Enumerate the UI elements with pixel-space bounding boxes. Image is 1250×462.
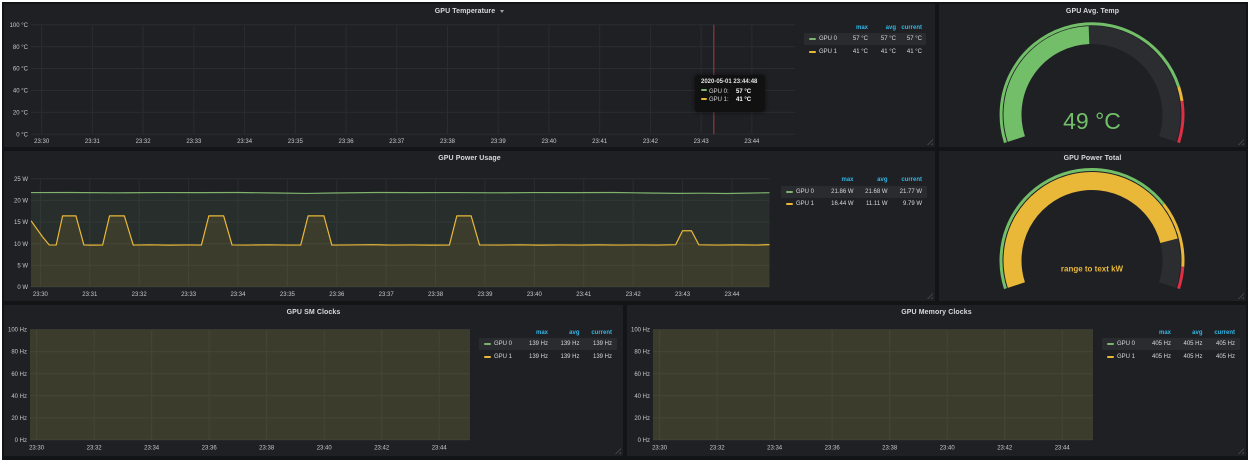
legend-value: 139 Hz [550, 351, 580, 363]
legend-value: 57 °C [896, 33, 922, 45]
legend-value: 139 Hz [518, 338, 548, 350]
legend-value: 41 °C [842, 46, 868, 58]
panel-gpu-power-usage: GPU Power Usage 0 W5 W10 W15 W20 W25 W23… [4, 151, 935, 301]
legend-series-name[interactable]: GPU 0 [796, 186, 814, 198]
legend-value: 57 °C [842, 33, 868, 45]
legend-series-name[interactable]: GPU 0 [494, 338, 512, 350]
legend-row-gpu-1: GPU 1139 Hz139 Hz139 Hz [4, 351, 623, 363]
legend-header-avg[interactable]: avg [856, 174, 888, 186]
gpu-power-usage-legend: maxavgcurrentGPU 021.86 W21.68 W21.77 WG… [4, 151, 935, 301]
legend-header-current[interactable]: current [890, 174, 922, 186]
legend-row-gpu-0: GPU 057 °C57 °C57 °C [4, 33, 935, 45]
legend-value: 16.44 W [822, 198, 854, 210]
legend-value: 21.68 W [856, 186, 888, 198]
legend-series-name[interactable]: GPU 1 [796, 198, 814, 210]
legend-row-gpu-0: GPU 0 21.86 W21.68 W21.77 W [4, 186, 935, 198]
gauge-value-text: 49 °C [1063, 108, 1121, 134]
legend-header-row: maxavgcurrent [4, 174, 935, 186]
grafana-dashboard: GPU Temperature 0 °C20 °C40 °C60 °C80 °C… [2, 2, 1248, 460]
series-dash-icon[interactable] [786, 191, 793, 193]
gpu-sm-clocks-legend: maxavgcurrentGPU 0139 Hz139 Hz139 HzGPU … [4, 305, 623, 456]
panel-gpu-temperature: GPU Temperature 0 °C20 °C40 °C60 °C80 °C… [4, 4, 935, 147]
panel-gpu-avg-temp: GPU Avg. Temp 49 °C [939, 4, 1246, 147]
legend-header-row: maxavgcurrent [4, 22, 935, 34]
panel-gpu-sm-clocks: GPU SM Clocks 0 Hz20 Hz40 Hz60 Hz80 Hz10… [4, 305, 623, 456]
gauge-value-text: range to text kW [1061, 265, 1124, 274]
legend-value: 41 °C [870, 46, 896, 58]
series-dash-icon[interactable] [1107, 356, 1114, 358]
legend-value: 41 °C [896, 46, 922, 58]
legend-value: 405 Hz [1141, 338, 1171, 350]
legend-series-name[interactable]: GPU 1 [1117, 351, 1135, 363]
legend-value: 405 Hz [1173, 351, 1203, 363]
legend-value: 139 Hz [550, 338, 580, 350]
gpu-temperature-legend: maxavgcurrentGPU 057 °C57 °C57 °CGPU 141… [4, 4, 935, 147]
gpu-avg-temp-gauge: 49 °C [939, 4, 1246, 147]
legend-series-name[interactable]: GPU 1 [819, 46, 837, 58]
legend-header-max[interactable]: max [822, 174, 854, 186]
legend-header-max[interactable]: max [842, 22, 868, 34]
panel-gpu-power-total: GPU Power Total range to text kW [939, 151, 1246, 301]
legend-row-gpu-0: GPU 0139 Hz139 Hz139 Hz [4, 338, 623, 350]
gauge-track [1168, 241, 1172, 285]
legend-series-name[interactable]: GPU 1 [494, 351, 512, 363]
legend-series-name[interactable]: GPU 0 [1117, 338, 1135, 350]
legend-header-current[interactable]: current [896, 22, 922, 34]
legend-value: 9.79 W [890, 198, 922, 210]
legend-value: 139 Hz [518, 351, 548, 363]
legend-value: 405 Hz [1173, 338, 1203, 350]
legend-series-name[interactable]: GPU 0 [819, 33, 837, 45]
legend-value: 139 Hz [582, 338, 612, 350]
gpu-memory-clocks-legend: maxavgcurrentGPU 0405 Hz405 Hz405 HzGPU … [627, 305, 1246, 456]
series-dash-icon[interactable] [484, 343, 491, 345]
panel-gpu-memory-clocks: GPU Memory Clocks 0 Hz20 Hz40 Hz60 Hz80 … [627, 305, 1246, 456]
legend-row-gpu-1: GPU 141 °C41 °C41 °C [4, 46, 935, 58]
series-dash-icon[interactable] [1107, 343, 1114, 345]
legend-value: 11.11 W [856, 198, 888, 210]
series-dash-icon[interactable] [786, 203, 793, 205]
legend-row-gpu-1: GPU 1 16.44 W11.11 W9.79 W [4, 198, 935, 210]
legend-value: 405 Hz [1205, 338, 1235, 350]
legend-header-avg[interactable]: avg [870, 22, 896, 34]
legend-value: 21.77 W [890, 186, 922, 198]
series-dash-icon[interactable] [809, 51, 816, 53]
legend-row-gpu-1: GPU 1405 Hz405 Hz405 Hz [627, 351, 1246, 363]
legend-row-gpu-0: GPU 0405 Hz405 Hz405 Hz [627, 338, 1246, 350]
legend-value: 405 Hz [1205, 351, 1235, 363]
series-dash-icon[interactable] [809, 38, 816, 40]
gpu-power-total-gauge: range to text kW [939, 151, 1246, 301]
legend-value: 139 Hz [582, 351, 612, 363]
legend-value: 405 Hz [1141, 351, 1171, 363]
series-dash-icon[interactable] [484, 356, 491, 358]
gauge-threshold-segment-1 [1179, 87, 1182, 101]
legend-value: 21.86 W [822, 186, 854, 198]
legend-value: 57 °C [870, 33, 896, 45]
